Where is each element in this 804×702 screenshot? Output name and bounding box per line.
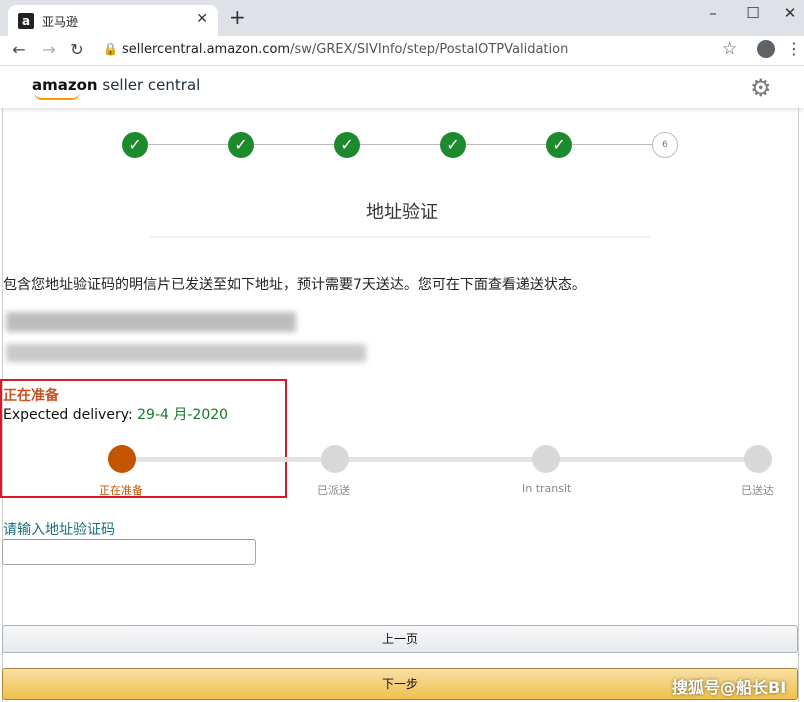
verification-code-label: 请输入地址验证码 (3, 522, 115, 538)
maximize-icon[interactable]: ☐ (743, 4, 763, 22)
watermark: 搜狐号@船长BI (672, 678, 787, 697)
gear-icon[interactable]: ⚙ (750, 74, 772, 102)
step-progress: ✓ ✓ ✓ ✓ ✓ 6 (120, 130, 680, 160)
tracking-dot-delivered (744, 445, 772, 473)
tracking-dot-in-transit (532, 445, 560, 473)
tracking-dot-dispatched (321, 445, 349, 473)
step-complete-check-icon: ✓ (546, 132, 572, 158)
url-path: /sw/GREX/SIVInfo/step/PostalOTPValidatio… (290, 42, 569, 57)
back-arrow-icon[interactable]: ← (10, 40, 28, 59)
tracking-dot-preparing (108, 445, 136, 473)
amazon-favicon-icon: a (18, 13, 34, 29)
tracking-progress-track (122, 457, 758, 462)
postcard-notice: 包含您地址验证码的明信片已发送至如下地址，预计需要7天送达。您可在下面查看递送状… (3, 277, 586, 293)
lock-icon: 🔒 (103, 42, 118, 56)
browser-toolbar: ← → ↻ 🔒 sellercentral.amazon.com/sw/GREX… (0, 36, 804, 66)
step-complete-check-icon: ✓ (228, 132, 254, 158)
tracking-label-delivered: 已送达 (741, 484, 774, 497)
delivery-status: 正在准备 (3, 388, 59, 404)
browser-tab-bar: a 亚马逊 ✕ + – ☐ ✕ (0, 0, 804, 36)
window-close-icon[interactable]: ✕ (780, 4, 800, 22)
seller-central-header: amazon seller central ⚙ (0, 66, 804, 108)
tracking-label-preparing: 正在准备 (99, 484, 143, 497)
title-divider (150, 236, 650, 238)
url-host: sellercentral.amazon.com (122, 42, 291, 57)
new-tab-icon[interactable]: + (229, 7, 246, 27)
page-title: 地址验证 (366, 202, 438, 223)
step-connector (135, 144, 665, 145)
menu-icon[interactable]: ⋮ (786, 39, 802, 58)
profile-icon[interactable] (757, 40, 775, 58)
forward-arrow-icon[interactable]: → (40, 40, 58, 59)
tracking-label-dispatched: 已派送 (317, 484, 350, 497)
close-tab-icon[interactable]: ✕ (196, 11, 208, 27)
redacted-address-line (6, 312, 296, 332)
step-complete-check-icon: ✓ (334, 132, 360, 158)
verification-code-input[interactable] (2, 539, 256, 565)
tracking-label-in-transit: In transit (522, 482, 572, 495)
previous-page-button[interactable]: 上一页 (2, 625, 798, 653)
step-current: 6 (652, 132, 678, 158)
reload-icon[interactable]: ↻ (68, 40, 86, 59)
address-bar[interactable]: sellercentral.amazon.com/sw/GREX/SIVInfo… (122, 42, 568, 57)
minimize-icon[interactable]: – (703, 4, 723, 22)
redacted-address-line (6, 344, 366, 362)
browser-tab[interactable]: a 亚马逊 ✕ (8, 5, 218, 36)
expected-delivery-label: Expected delivery: (3, 407, 133, 423)
expected-delivery-date: 29-4 月-2020 (137, 407, 229, 423)
tab-title: 亚马逊 (42, 15, 79, 29)
amazon-smile-icon (34, 92, 80, 100)
logo-product: seller central (102, 76, 201, 94)
expected-delivery: Expected delivery: 29-4 月-2020 (3, 404, 228, 424)
star-icon[interactable]: ☆ (722, 39, 737, 59)
step-complete-check-icon: ✓ (122, 132, 148, 158)
step-complete-check-icon: ✓ (440, 132, 466, 158)
